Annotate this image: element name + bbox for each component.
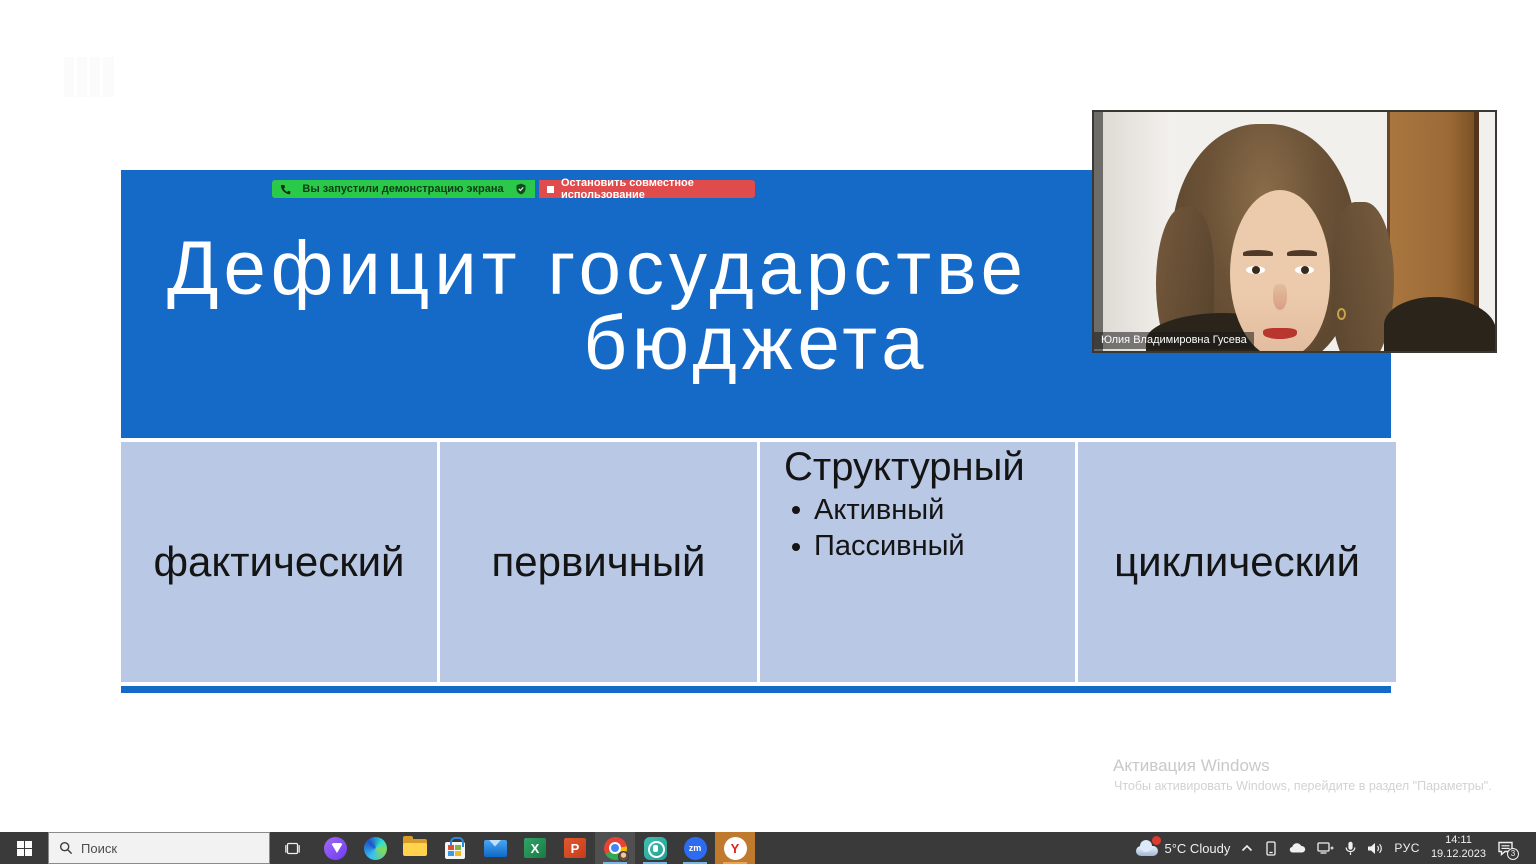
sharing-status-label: Вы запустили демонстрацию экрана (291, 183, 515, 195)
alice-icon (324, 837, 347, 860)
slide-bottom-accent-bar (121, 686, 1391, 693)
wall-edge-shadow (1094, 112, 1103, 351)
taskbar-app-sferum[interactable] (635, 832, 675, 864)
taskbar-app-mail[interactable] (475, 832, 515, 864)
taskbar-app-zoom[interactable]: zm (675, 832, 715, 864)
nose (1273, 284, 1287, 310)
participant-shoulder (1384, 297, 1496, 353)
file-explorer-icon (403, 839, 427, 857)
yandex-browser-icon: Y (724, 837, 747, 860)
taskbar-app-microsoft-store[interactable] (435, 832, 475, 864)
slide-cell-pervichny: первичный (440, 442, 757, 682)
stop-sharing-label: Остановить совместное использование (561, 177, 747, 201)
taskbar-search-box[interactable] (48, 832, 270, 864)
windows-activation-watermark-subtitle: Чтобы активировать Windows, перейдите в … (1114, 779, 1492, 793)
powerpoint-icon: P (564, 838, 586, 858)
taskbar-app-powerpoint[interactable]: P (555, 832, 595, 864)
taskbar-app-yandex-browser[interactable]: Y (715, 832, 755, 864)
microphone-tray-icon[interactable] (1345, 841, 1356, 856)
taskbar-app-chrome[interactable] (595, 832, 635, 864)
eyebrow (1287, 250, 1317, 256)
taskbar-app-file-explorer[interactable] (395, 832, 435, 864)
start-button[interactable] (0, 832, 48, 864)
onedrive-tray-icon[interactable] (1289, 842, 1306, 854)
phone-icon (280, 184, 291, 195)
windows-activation-watermark-title: Активация Windows (1113, 756, 1270, 776)
tray-time: 14:11 (1431, 834, 1486, 848)
faint-background-pattern (64, 57, 114, 97)
bullet-label: Активный (814, 494, 944, 526)
your-phone-tray-icon[interactable] (1264, 841, 1278, 856)
slide-cell-strukturny: Структурный Активный Пассивный (760, 442, 1075, 682)
excel-icon: X (524, 838, 546, 858)
task-view-button[interactable] (270, 832, 315, 864)
participant-name-tag: Юлия Владимировна Гусева (1094, 332, 1254, 349)
slide-cell-tsiklichesky: циклический (1078, 442, 1396, 682)
shield-check-icon (515, 183, 527, 195)
chevron-up-icon (1241, 844, 1253, 852)
tray-date: 19.12.2023 (1431, 848, 1486, 862)
search-icon (59, 841, 73, 855)
weather-alert-badge (1152, 836, 1161, 845)
task-view-icon (284, 841, 301, 856)
slide-title-line1: Дефицит государстве (167, 231, 1028, 307)
weather-cloud-icon (1136, 841, 1158, 856)
bullet-item: Активный (784, 494, 1075, 526)
sferum-icon (644, 837, 667, 860)
windows-taskbar: X P zm Y 5°C Cloudy (0, 832, 1536, 864)
participant-face (1230, 190, 1330, 353)
bullet-dot (792, 506, 800, 514)
zoom-icon: zm (684, 837, 707, 860)
taskbar-app-excel[interactable]: X (515, 832, 555, 864)
bullet-dot (792, 543, 800, 551)
weather-widget[interactable]: 5°C Cloudy (1136, 841, 1231, 856)
stop-sharing-button[interactable]: Остановить совместное использование (539, 180, 755, 198)
edge-icon (364, 837, 387, 860)
webcam-video-tile[interactable]: Юлия Владимировна Гусева (1092, 110, 1497, 353)
windows-logo-icon (17, 841, 32, 856)
eye (1295, 266, 1314, 274)
volume-tray-icon[interactable] (1367, 842, 1383, 855)
eye (1246, 266, 1265, 274)
bullet-item: Пассивный (784, 530, 1075, 562)
desktop-screen: Дефицит государстве бюджета Вы запустили… (0, 0, 1536, 864)
mail-icon (484, 840, 507, 857)
stop-icon (547, 186, 554, 193)
earring (1337, 308, 1346, 320)
weather-label: 5°C Cloudy (1165, 841, 1231, 856)
search-input[interactable] (81, 841, 241, 856)
bullet-label: Пассивный (814, 530, 965, 562)
tray-expand-chevron[interactable] (1241, 844, 1253, 852)
cell-label: циклический (1114, 538, 1360, 586)
tray-clock[interactable]: 14:11 19.12.2023 (1431, 834, 1486, 862)
notification-count-badge: 3 (1507, 848, 1519, 860)
taskbar-app-edge[interactable] (355, 832, 395, 864)
system-tray: 5°C Cloudy РУС 14:11 19.12 (1136, 832, 1536, 864)
taskbar-app-alice[interactable] (315, 832, 355, 864)
slide-cell-fakticheskiy: фактический (121, 442, 437, 682)
lips (1263, 328, 1297, 339)
microsoft-store-icon (445, 842, 465, 859)
screen-sharing-banner[interactable]: Вы запустили демонстрацию экрана (272, 180, 535, 198)
cell-label: Структурный (784, 444, 1075, 490)
cell-label: фактический (154, 538, 405, 586)
language-indicator[interactable]: РУС (1394, 841, 1420, 855)
action-center-button[interactable]: 3 (1497, 841, 1514, 856)
chrome-profile-avatar (618, 851, 629, 862)
eyebrow (1243, 250, 1273, 256)
cell-label: первичный (492, 538, 706, 586)
network-tray-icon[interactable] (1317, 841, 1334, 855)
